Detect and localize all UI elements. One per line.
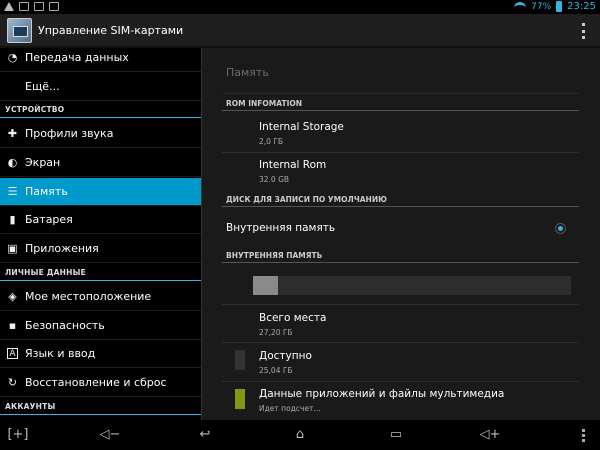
section-header-internal-memory: ВНУТРЕННЯЯ ПАМЯТЬ	[222, 249, 579, 263]
battery-icon: ▮	[9, 213, 16, 226]
volume-up-icon[interactable]: ◁+	[476, 426, 504, 444]
status-bar: 77% 23:25	[0, 0, 600, 14]
lock-icon: ▪	[8, 319, 17, 332]
sound-profiles-icon: ✚	[7, 127, 18, 140]
menu-icon[interactable]	[582, 429, 586, 442]
image-icon	[19, 2, 29, 11]
action-bar-title[interactable]: Управление SIM-картами	[38, 24, 183, 37]
sidebar-item-label: Ещё...	[25, 80, 60, 93]
display-icon: ◐	[7, 156, 18, 169]
default-disk-radio[interactable]	[555, 223, 566, 234]
divider	[222, 342, 579, 343]
internal-storage-value: 2,0 ГБ	[259, 137, 284, 146]
battery-percent: 77%	[531, 1, 552, 12]
section-header-device: УСТРОЙСТВО	[0, 102, 201, 118]
page-title: Память	[226, 66, 269, 79]
storage-usage-bar	[253, 276, 571, 295]
overflow-menu-icon[interactable]	[582, 23, 586, 39]
system-icons: 77% 23:25	[514, 1, 596, 12]
sidebar-item-sound-profiles[interactable]: ✚ Профили звука	[0, 120, 201, 148]
settings-sidebar: ◔ Передача данных Ещё... УСТРОЙСТВО ✚ Пр…	[0, 48, 201, 420]
total-space-title[interactable]: Всего места	[259, 312, 326, 324]
sidebar-item-label: Передача данных	[25, 51, 129, 64]
section-header-personal: ЛИЧНЫЕ ДАННЫЕ	[0, 265, 201, 281]
download-icon	[49, 2, 59, 11]
location-icon: ◈	[8, 290, 17, 303]
sidebar-item-label: Экран	[25, 156, 61, 169]
sidebar-item-label: Приложения	[25, 242, 99, 255]
sidebar-item-display[interactable]: ◐ Экран	[0, 149, 201, 177]
app-data-value: Идет подсчет...	[259, 404, 321, 413]
back-icon[interactable]: ↩	[191, 426, 219, 444]
sidebar-item-backup-reset[interactable]: ↻ Восстановление и сброс	[0, 369, 201, 397]
sidebar-item-data-usage[interactable]: ◔ Передача данных	[0, 48, 201, 72]
storage-usage-fill	[253, 276, 279, 295]
sidebar-item-location[interactable]: ◈ Мое местоположение	[0, 283, 201, 311]
clock: 23:25	[567, 1, 596, 12]
available-title[interactable]: Доступно	[259, 350, 312, 362]
battery-icon	[556, 1, 563, 12]
apps-icon: ▣	[7, 242, 18, 255]
language-icon: A	[7, 348, 18, 359]
action-bar: Управление SIM-картами	[0, 14, 600, 48]
recent-apps-icon[interactable]: ▭	[382, 426, 410, 444]
section-header-accounts: АККАУНТЫ	[0, 399, 201, 415]
internal-rom-title: Internal Rom	[259, 159, 327, 171]
sidebar-item-label: Мое местоположение	[25, 290, 152, 303]
available-color-swatch	[235, 350, 245, 370]
divider	[222, 304, 579, 305]
sidebar-item-label: Память	[25, 185, 68, 198]
sidebar-item-label: Язык и ввод	[25, 347, 96, 360]
divider	[222, 381, 579, 382]
sidebar-item-storage[interactable]: ☰ Память	[0, 178, 201, 206]
storage-panel: Память ROM INFOMATION Internal Storage 2…	[202, 48, 600, 420]
sidebar-item-label: Безопасность	[25, 319, 105, 332]
wifi-icon	[514, 1, 527, 12]
divider	[222, 152, 579, 153]
total-space-value: 27,20 ГБ	[259, 328, 293, 337]
internal-rom-value: 32.0 GB	[259, 175, 290, 184]
notification-icons	[4, 2, 59, 11]
internal-storage-title: Internal Storage	[259, 121, 344, 133]
app-data-color-swatch	[235, 389, 245, 409]
default-disk-option-label[interactable]: Внутренняя память	[226, 222, 335, 234]
sidebar-item-more[interactable]: Ещё...	[0, 73, 201, 101]
restore-icon: ↻	[7, 376, 18, 389]
divider	[222, 93, 579, 94]
section-header-rom: ROM INFOMATION	[222, 97, 579, 111]
home-icon[interactable]: ⌂	[286, 426, 314, 444]
data-usage-icon: ◔	[7, 51, 18, 64]
sidebar-item-security[interactable]: ▪ Безопасность	[0, 312, 201, 340]
sidebar-item-language[interactable]: A Язык и ввод	[0, 340, 201, 368]
section-header-default-disk: ДИСК ДЛЯ ЗАПИСИ ПО УМОЛЧАНИЮ	[222, 193, 579, 207]
settings-app-icon[interactable]	[7, 18, 32, 43]
sidebar-item-battery[interactable]: ▮ Батарея	[0, 206, 201, 234]
mail-icon	[34, 2, 44, 11]
screenshot-icon[interactable]: [+]	[4, 426, 32, 444]
sidebar-item-label: Восстановление и сброс	[25, 376, 167, 389]
sidebar-item-apps[interactable]: ▣ Приложения	[0, 235, 201, 263]
volume-down-icon[interactable]: ◁−	[96, 426, 124, 444]
sidebar-item-label: Батарея	[25, 213, 73, 226]
available-value: 25,04 ГБ	[259, 366, 293, 375]
navigation-bar: [+] ◁− ↩ ⌂ ▭ ◁+	[0, 420, 600, 450]
app-data-title[interactable]: Данные приложений и файлы мультимедиа	[259, 388, 504, 400]
storage-icon: ☰	[7, 185, 18, 198]
sidebar-item-label: Профили звука	[25, 127, 114, 140]
warning-icon	[4, 2, 14, 11]
